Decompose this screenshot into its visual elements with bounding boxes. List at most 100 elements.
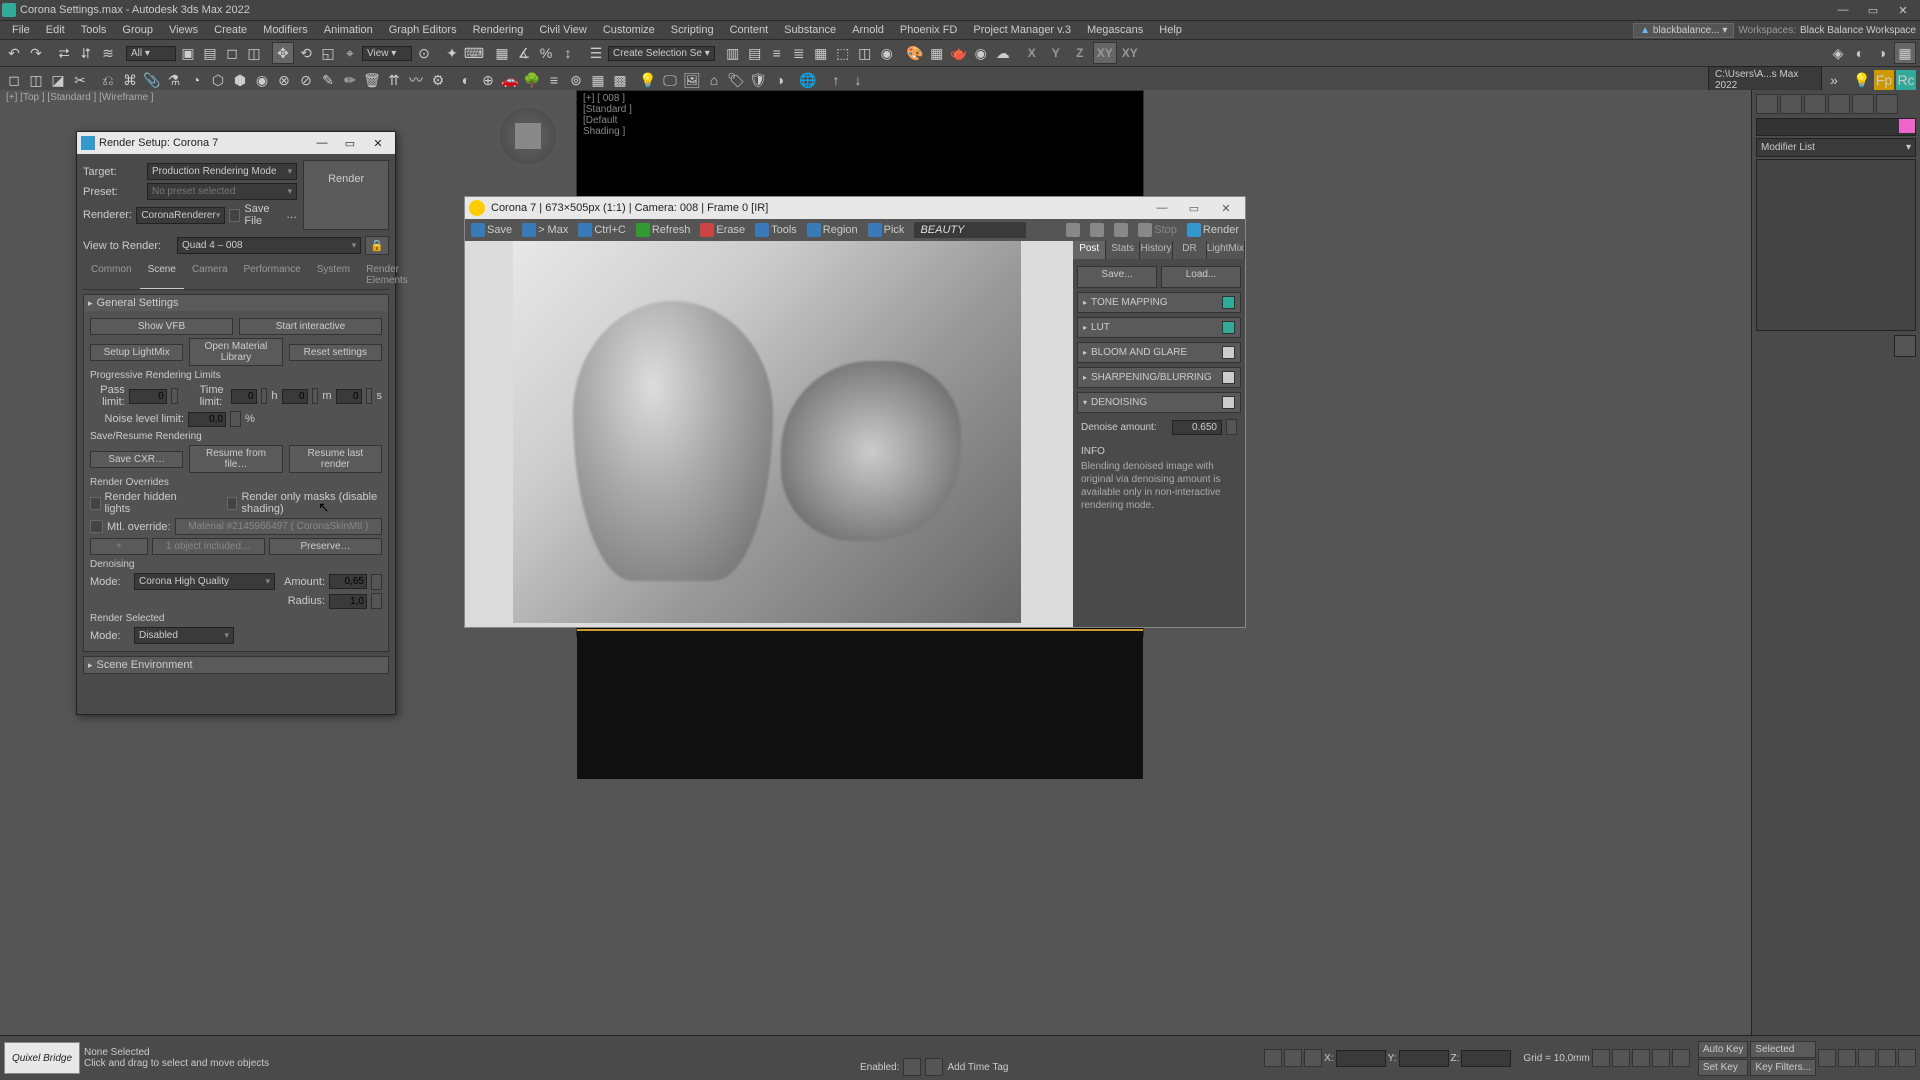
schematic-icon[interactable]: ◫ [855,43,875,63]
tab-render-elements[interactable]: Render Elements [358,261,416,289]
tool-h-icon[interactable]: ◉ [252,70,272,90]
sharpening-checkbox[interactable] [1222,371,1235,384]
render-setup-icon[interactable]: 🎨 [905,43,925,63]
nav-zoomall-button[interactable] [1838,1049,1856,1067]
tab-system[interactable]: System [309,261,358,289]
key-filters-button[interactable]: Key Filters... [1750,1059,1816,1076]
signin-button[interactable]: ▲ blackbalance... ▾ [1633,23,1734,38]
setup-lightmix-button[interactable]: Setup LightMix [90,344,183,361]
mtl-override-value[interactable]: Material #2145966497 ( CoronaSkinMtl ) [175,518,382,535]
time-play-button[interactable] [1632,1049,1650,1067]
keyboard-icon[interactable]: ⌨ [464,43,484,63]
viewport-top-label[interactable]: [+] [Top ] [Standard ] [Wireframe ] [6,92,154,103]
render-masks-checkbox[interactable] [227,497,238,510]
menu-phoenix[interactable]: Phoenix FD [892,22,965,38]
menu-animation[interactable]: Animation [316,22,381,38]
vfb-tomax-button[interactable]: > Max [518,222,572,238]
modifier-list-dropdown[interactable]: Modifier List▾ [1756,138,1916,157]
add-time-tag-button[interactable]: Add Time Tag [947,1062,1008,1073]
mask-icon[interactable]: ◑ [770,70,790,90]
maximize-button[interactable]: ▭ [1858,1,1888,19]
snap-icon[interactable]: ▦ [492,43,512,63]
save-cxr-button[interactable]: Save CXR… [90,451,183,468]
tool-n-icon[interactable]: ⇈ [384,70,404,90]
menu-content[interactable]: Content [722,22,777,38]
scale-icon[interactable]: ◱ [318,43,338,63]
create-tab-icon[interactable] [1756,94,1778,114]
curve-ed-icon[interactable]: ⬚ [833,43,853,63]
render-frame-icon[interactable]: ▦ [927,43,947,63]
tool-p-icon[interactable]: ⚙ [428,70,448,90]
vfb-titlebar[interactable]: Corona 7 | 673×505px (1:1) | Camera: 008… [465,197,1245,219]
pass-limit-input[interactable] [129,389,167,404]
rollout-sharpening[interactable]: ▸SHARPENING/BLURRING [1077,367,1241,388]
menu-arnold[interactable]: Arnold [844,22,892,38]
vfb-render-view[interactable] [513,241,1021,623]
tone-mapping-checkbox[interactable] [1222,296,1235,309]
open-matlib-button[interactable]: Open Material Library [189,338,282,366]
time-end-button[interactable] [1672,1049,1690,1067]
motion-tab-icon[interactable] [1828,94,1850,114]
world-icon[interactable]: 🌐 [798,70,818,90]
rollout-bloom[interactable]: ▸BLOOM AND GLARE [1077,342,1241,363]
tool-c-icon[interactable]: 📎 [142,70,162,90]
time-m-spinner[interactable] [312,388,319,404]
mirror-icon[interactable]: ▥ [723,43,743,63]
menu-rendering[interactable]: Rendering [465,22,532,38]
vfb-stop-button[interactable]: Stop [1134,222,1181,238]
down-arrow-icon[interactable]: ↓ [848,70,868,90]
menu-customize[interactable]: Customize [595,22,663,38]
render-selected-mode-dropdown[interactable]: Disabled▾ [134,627,234,644]
tool-i-icon[interactable]: ⊗ [274,70,294,90]
vfb-pass-dropdown[interactable]: BEAUTY [914,222,1026,238]
cat-e-icon[interactable]: ≡ [544,70,564,90]
vfb-erase-button[interactable]: Erase [696,222,749,238]
editset-icon[interactable]: ☰ [586,43,606,63]
time-config-button[interactable] [925,1058,943,1076]
menu-pm[interactable]: Project Manager v.3 [965,22,1079,38]
time-s-spinner[interactable] [366,388,373,404]
tool-e-icon[interactable]: ◔ [186,70,206,90]
viewcube[interactable] [500,108,556,164]
render-hidden-checkbox[interactable] [90,497,101,510]
light-icon[interactable]: 💡 [638,70,658,90]
start-interactive-button[interactable]: Start interactive [239,318,382,335]
x-axis-button[interactable]: X [1021,43,1043,63]
minimize-button[interactable]: — [1828,1,1858,19]
savefile-checkbox[interactable] [229,209,240,222]
copy-icon[interactable]: ◫ [26,70,46,90]
preserve-button[interactable]: Preserve… [269,538,382,555]
savefile-more-button[interactable]: … [286,209,297,221]
monitor-icon[interactable]: 🖵 [660,70,680,90]
stab-lightmix[interactable]: LightMix [1207,241,1245,259]
selection-filter-dropdown[interactable]: All ▾ [126,46,176,61]
vfb-maximize-button[interactable]: ▭ [1179,199,1209,217]
rollout-general-header[interactable]: ▸General Settings [84,295,388,311]
rc-icon[interactable]: Rc [1896,70,1916,90]
render-icon[interactable]: 🫖 [949,43,969,63]
tool-l-icon[interactable]: ✏ [340,70,360,90]
denoise-radius-spinner[interactable] [371,593,382,609]
denoise-amount-input[interactable] [329,574,367,589]
arnold-icon[interactable]: ◉ [971,43,991,63]
time-h-spinner[interactable] [261,388,268,404]
vfb-save-settings-button[interactable]: Save... [1077,266,1157,288]
vfb-zoom1-button[interactable] [1086,222,1108,238]
cat-h-icon[interactable]: ▩ [610,70,630,90]
util1-icon[interactable]: ◈ [1828,43,1848,63]
tool-b-icon[interactable]: ⌘ [120,70,140,90]
bind-icon[interactable]: ≋ [98,43,118,63]
preset-dropdown[interactable]: No preset selected▾ [147,183,297,200]
xy2-axis-button[interactable]: XY [1119,43,1141,63]
denoise-amount-field[interactable]: 0.650 [1172,420,1222,435]
dialog-maximize-button[interactable]: ▭ [337,134,363,152]
util2-icon[interactable]: ◐ [1850,43,1870,63]
y-coord-field[interactable] [1399,1050,1449,1067]
time-m-input[interactable] [282,389,308,404]
reset-settings-button[interactable]: Reset settings [289,344,382,361]
vfb-pick-button[interactable]: Pick [864,222,909,238]
resume-file-button[interactable]: Resume from file… [189,445,282,473]
stab-dr[interactable]: DR [1173,241,1206,259]
menu-grapheditors[interactable]: Graph Editors [381,22,465,38]
vfb-copy-button[interactable]: Ctrl+C [574,222,629,238]
